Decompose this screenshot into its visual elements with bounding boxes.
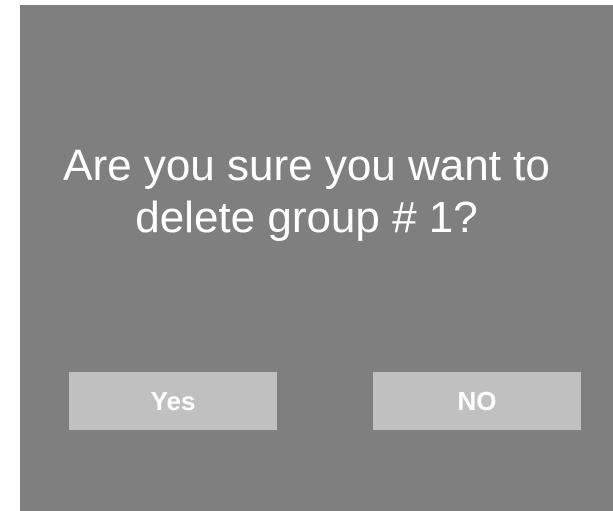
confirm-delete-dialog: Are you sure you want to delete group # … — [20, 5, 613, 511]
confirm-message-line-2: delete group # 1? — [135, 193, 478, 242]
yes-button[interactable]: Yes — [69, 372, 277, 430]
confirm-message: Are you sure you want to delete group # … — [20, 140, 593, 244]
no-button[interactable]: NO — [373, 372, 581, 430]
confirm-message-line-1: Are you sure you want to — [63, 141, 550, 190]
